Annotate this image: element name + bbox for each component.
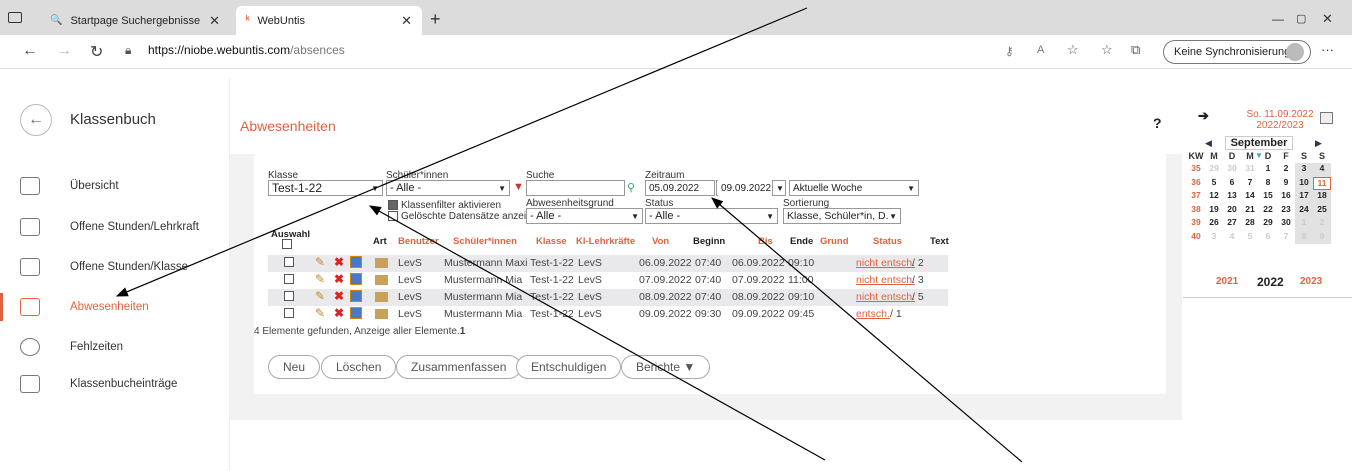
annotation-arrow (368, 205, 826, 461)
annotation-overlay (115, 7, 1023, 463)
annotation-arrow (115, 7, 808, 297)
